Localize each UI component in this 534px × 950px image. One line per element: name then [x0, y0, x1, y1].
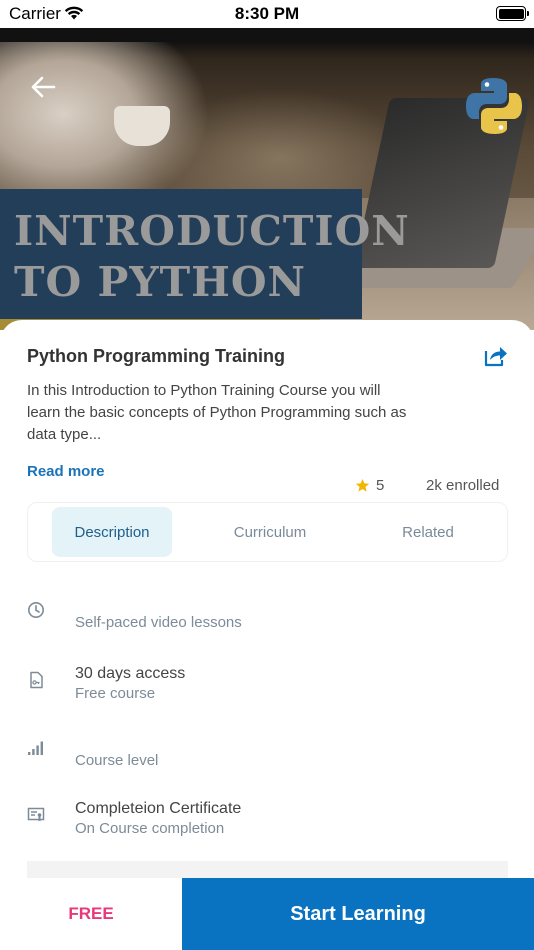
- status-bar: Carrier 8:30 PM: [0, 0, 534, 28]
- start-learning-button[interactable]: Start Learning: [182, 878, 534, 950]
- course-tabs: Description Curriculum Related: [27, 502, 508, 562]
- tab-description[interactable]: Description: [52, 507, 172, 557]
- python-logo-icon: [466, 78, 522, 134]
- read-more-link[interactable]: Read more: [27, 463, 105, 480]
- clock-icon: [28, 602, 44, 618]
- share-icon[interactable]: [482, 343, 508, 369]
- status-time: 8:30 PM: [234, 4, 300, 23]
- course-hero-image: INTRODUCTION TO PYTHON: [0, 28, 534, 330]
- tab-curriculum[interactable]: Curriculum: [210, 507, 330, 557]
- bottom-action-bar: FREE Start Learning: [0, 878, 534, 950]
- feature-title: Completeion Certificate: [75, 800, 242, 817]
- enrolled-count: 2k enrolled: [426, 477, 500, 494]
- star-icon: [355, 478, 370, 492]
- file-document-icon: [30, 671, 43, 689]
- feature-title: 30 days access: [75, 665, 186, 682]
- battery-icon: [496, 6, 529, 21]
- price-label: FREE: [0, 878, 182, 950]
- tab-related[interactable]: Related: [368, 507, 488, 557]
- course-description: In this Introduction to Python Training …: [27, 382, 407, 443]
- course-title: Python Programming Training: [27, 346, 286, 366]
- back-arrow-icon[interactable]: [30, 74, 56, 100]
- feature-subtitle: On Course completion: [75, 820, 225, 837]
- feature-subtitle: Free course: [75, 685, 156, 702]
- certificate-icon: [27, 807, 45, 822]
- hero-title-line2: TO PYTHON: [14, 258, 307, 306]
- feature-subtitle: Course level: [75, 752, 159, 769]
- hero-title-line1: INTRODUCTION: [14, 207, 410, 255]
- feature-subtitle: Self-paced video lessons: [75, 614, 242, 631]
- signal-level-icon: [28, 741, 43, 755]
- rating-value: 5: [376, 477, 385, 494]
- hero-title: INTRODUCTION TO PYTHON: [14, 206, 410, 308]
- course-detail-card: Python Programming Training In this Intr…: [0, 320, 534, 950]
